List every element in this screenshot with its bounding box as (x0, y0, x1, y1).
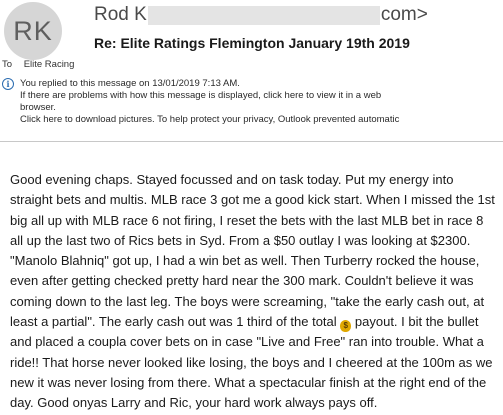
message-text-part-1: Good evening chaps. Stayed focussed and … (10, 172, 495, 330)
email-subject: Re: Elite Ratings Flemington January 19t… (94, 35, 410, 51)
info-bar[interactable]: i You replied to this message on 13/01/2… (0, 76, 503, 138)
message-body: Good evening chaps. Stayed focussed and … (10, 170, 498, 414)
header-divider (0, 141, 503, 142)
info-icon: i (2, 78, 14, 90)
replied-notice: You replied to this message on 13/01/201… (20, 78, 240, 89)
display-problem-notice-cont[interactable]: browser. (20, 102, 502, 114)
sender-avatar: RK (4, 2, 62, 60)
sender-address[interactable]: Rod K com> (94, 4, 428, 26)
sender-name-start: Rod K (94, 4, 147, 25)
recipient-name[interactable]: Elite Racing (24, 59, 75, 70)
to-label: To (2, 59, 13, 70)
moneybag-icon: $ (340, 320, 352, 333)
download-pictures-notice[interactable]: Click here to download pictures. To help… (20, 114, 502, 126)
message-paragraph: Good evening chaps. Stayed focussed and … (10, 170, 498, 414)
avatar-initials: RK (13, 15, 53, 46)
sender-address-end: com> (380, 4, 428, 25)
redaction-block (147, 5, 380, 25)
recipient-row: To Elite Racing (2, 59, 74, 70)
display-problem-notice[interactable]: If there are problems with how this mess… (20, 90, 502, 102)
